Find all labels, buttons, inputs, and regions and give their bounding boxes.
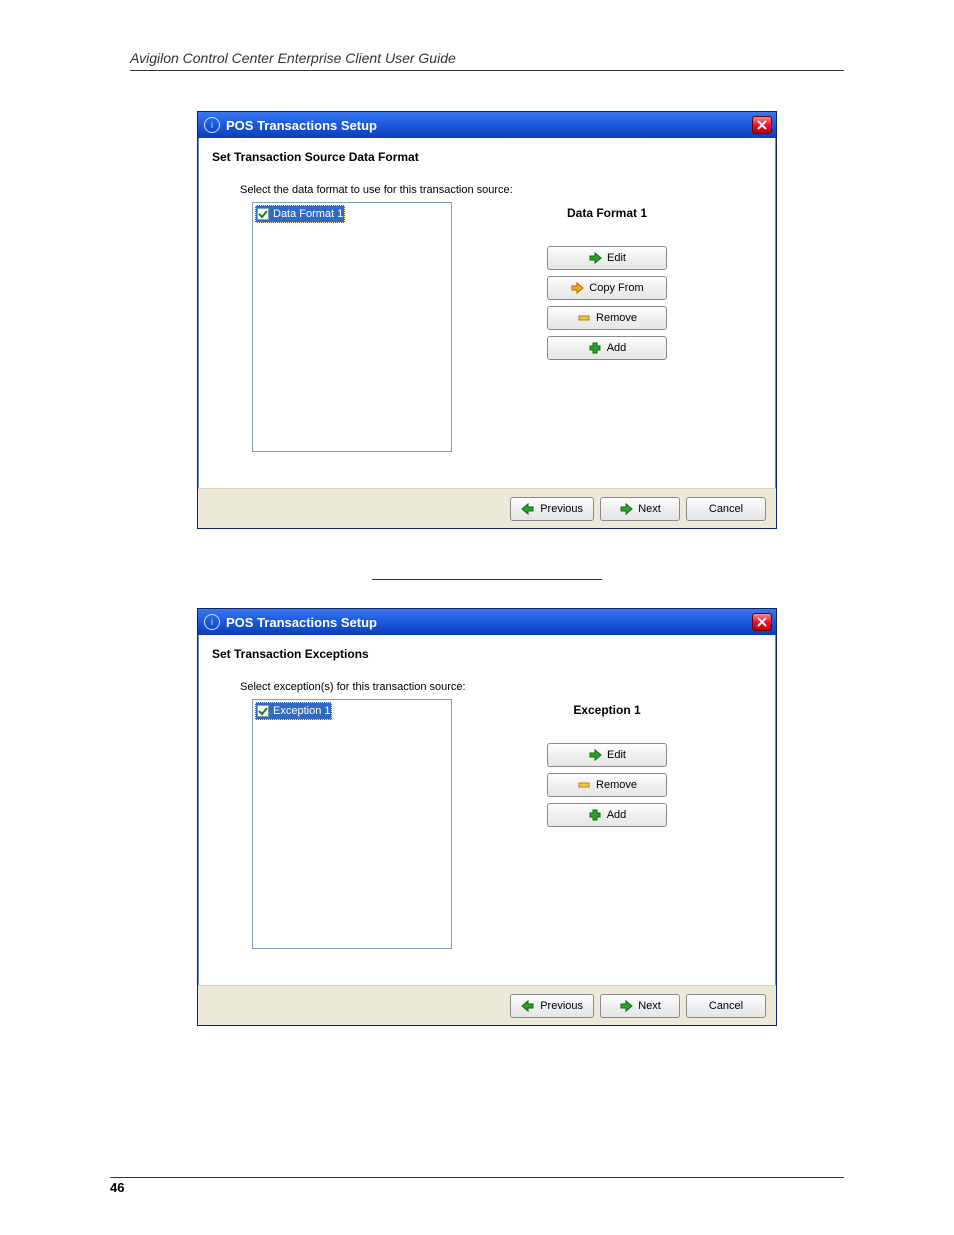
close-icon[interactable] [752, 613, 772, 631]
window-title: POS Transactions Setup [226, 118, 752, 133]
minus-icon [577, 778, 591, 792]
dialog-instruction: Select the data format to use for this t… [240, 184, 762, 196]
arrow-left-green-icon [521, 502, 535, 516]
dialog-instruction: Select exception(s) for this transaction… [240, 681, 762, 693]
titlebar: i POS Transactions Setup [198, 112, 776, 138]
pos-setup-dialog-2: i POS Transactions Setup Set Transaction… [197, 608, 777, 1026]
next-label: Next [638, 503, 661, 515]
arrow-right-green-icon [588, 251, 602, 265]
previous-label: Previous [540, 1000, 583, 1012]
checkbox-icon[interactable] [257, 208, 269, 220]
cancel-label: Cancel [709, 503, 743, 515]
dialog-subtitle: Set Transaction Exceptions [212, 647, 762, 661]
dialog-subtitle: Set Transaction Source Data Format [212, 150, 762, 164]
add-label: Add [607, 342, 627, 354]
next-button[interactable]: Next [600, 497, 680, 521]
remove-button[interactable]: Remove [547, 306, 667, 330]
copy-from-button[interactable]: Copy From [547, 276, 667, 300]
cancel-label: Cancel [709, 1000, 743, 1012]
selected-item-title: Exception 1 [452, 703, 762, 717]
cancel-button[interactable]: Cancel [686, 994, 766, 1018]
pos-setup-dialog-1: i POS Transactions Setup Set Transaction… [197, 111, 777, 529]
arrow-right-orange-icon [570, 281, 584, 295]
arrow-left-green-icon [521, 999, 535, 1013]
cancel-button[interactable]: Cancel [686, 497, 766, 521]
arrow-right-green-icon [619, 502, 633, 516]
next-button[interactable]: Next [600, 994, 680, 1018]
app-icon: i [204, 614, 220, 630]
edit-button[interactable]: Edit [547, 743, 667, 767]
previous-button[interactable]: Previous [510, 497, 594, 521]
arrow-right-green-icon [588, 748, 602, 762]
copy-from-label: Copy From [589, 282, 643, 294]
checkbox-icon[interactable] [257, 705, 269, 717]
edit-label: Edit [607, 252, 626, 264]
plus-icon [588, 808, 602, 822]
data-format-listbox[interactable]: Data Format 1 [252, 202, 452, 452]
next-label: Next [638, 1000, 661, 1012]
remove-button[interactable]: Remove [547, 773, 667, 797]
page-number: 46 [110, 1177, 844, 1195]
plus-icon [588, 341, 602, 355]
add-button[interactable]: Add [547, 336, 667, 360]
figure-separator [372, 579, 602, 580]
add-label: Add [607, 809, 627, 821]
doc-header: Avigilon Control Center Enterprise Clien… [130, 50, 844, 71]
dialog-footer: Previous Next Cancel [198, 488, 776, 528]
list-item-label: Exception 1 [273, 705, 330, 717]
selected-item-title: Data Format 1 [452, 206, 762, 220]
arrow-right-green-icon [619, 999, 633, 1013]
list-item[interactable]: Data Format 1 [255, 205, 345, 223]
previous-label: Previous [540, 503, 583, 515]
close-icon[interactable] [752, 116, 772, 134]
exceptions-listbox[interactable]: Exception 1 [252, 699, 452, 949]
titlebar: i POS Transactions Setup [198, 609, 776, 635]
list-item-label: Data Format 1 [273, 208, 343, 220]
edit-button[interactable]: Edit [547, 246, 667, 270]
remove-label: Remove [596, 779, 637, 791]
minus-icon [577, 311, 591, 325]
remove-label: Remove [596, 312, 637, 324]
edit-label: Edit [607, 749, 626, 761]
add-button[interactable]: Add [547, 803, 667, 827]
dialog-footer: Previous Next Cancel [198, 985, 776, 1025]
app-icon: i [204, 117, 220, 133]
previous-button[interactable]: Previous [510, 994, 594, 1018]
list-item[interactable]: Exception 1 [255, 702, 332, 720]
window-title: POS Transactions Setup [226, 615, 752, 630]
